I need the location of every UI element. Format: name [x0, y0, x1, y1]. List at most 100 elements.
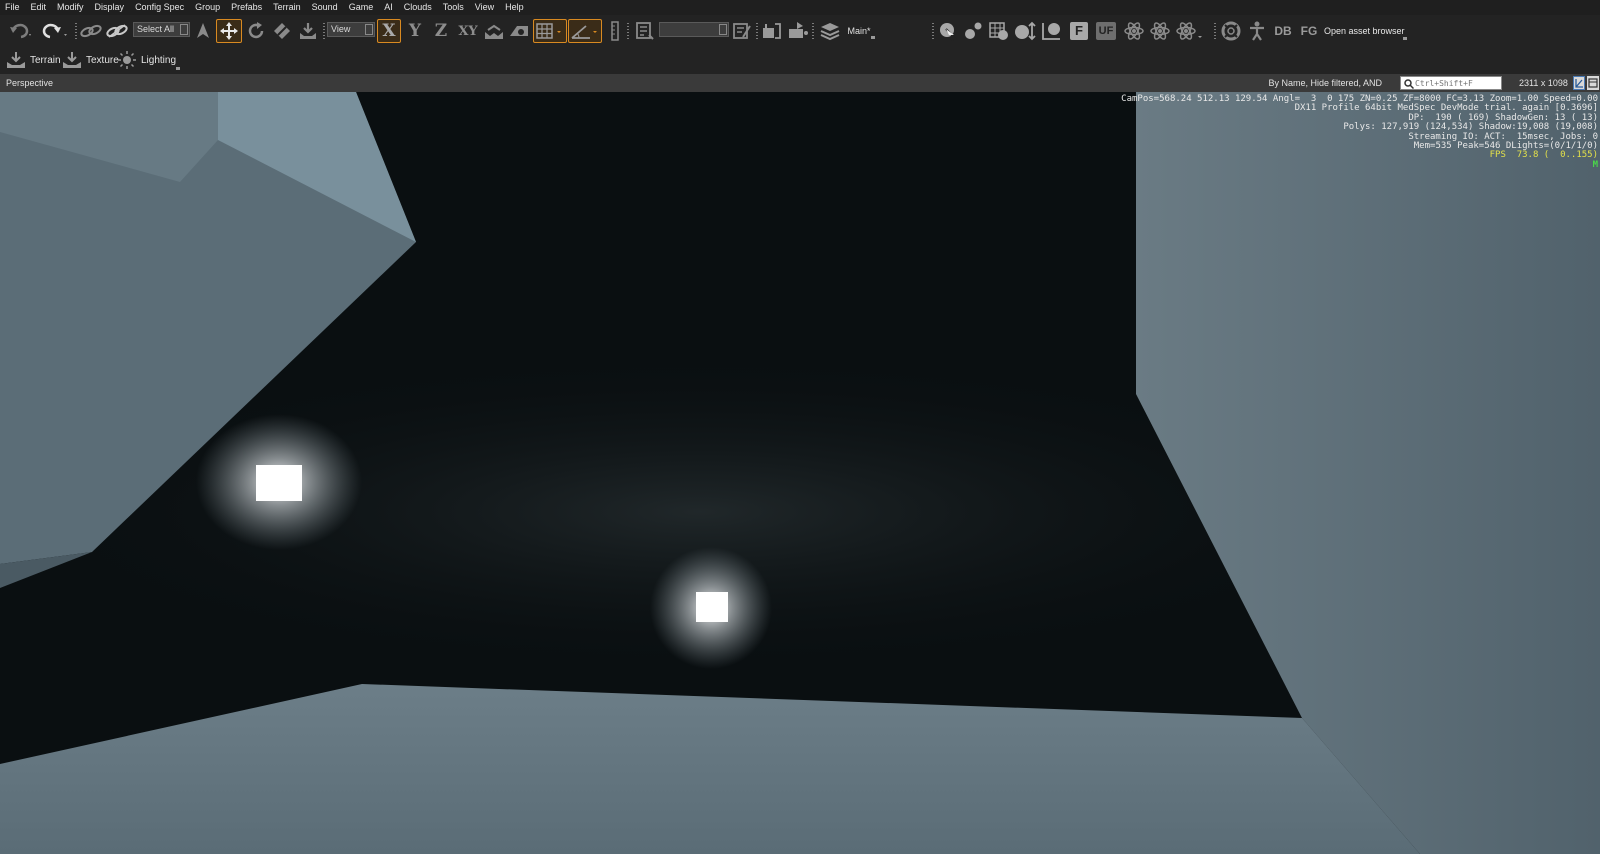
lifebuoy-button[interactable] [1220, 19, 1242, 43]
menu-clouds[interactable]: Clouds [399, 0, 438, 15]
remove-selection-button[interactable] [731, 19, 753, 43]
db-label: DB [1274, 24, 1292, 38]
menu-view[interactable]: View [470, 0, 500, 15]
menu-tools[interactable]: Tools [438, 0, 470, 15]
ruler-button[interactable] [609, 19, 621, 43]
axis-xy-button[interactable]: XY [455, 19, 481, 43]
snap-to-object-button[interactable] [296, 19, 320, 43]
grid-snap-button[interactable] [533, 19, 567, 43]
object-drop-button[interactable] [1039, 19, 1063, 43]
redo-button[interactable] [40, 19, 70, 43]
spin-icon [365, 24, 373, 35]
object-search-box[interactable] [1400, 76, 1502, 90]
axis-y-button[interactable]: Y [404, 19, 426, 43]
menu-ai[interactable]: AI [379, 0, 399, 15]
layers-button[interactable] [818, 19, 842, 43]
terrain-label: Terrain [30, 54, 61, 66]
camera-snap-button[interactable] [508, 19, 530, 43]
reference-coord-value: View [331, 24, 351, 34]
unlink-button[interactable] [106, 19, 128, 43]
menu-sound[interactable]: Sound [307, 0, 344, 15]
axis-z-button[interactable]: Z [430, 19, 452, 43]
link-button[interactable] [80, 19, 102, 43]
menu-edit[interactable]: Edit [26, 0, 53, 15]
debug-info-overlay: CamPos=568.24 512.13 129.54 Angl= 3 0 17… [1121, 94, 1598, 170]
object-height-button[interactable] [1013, 19, 1037, 43]
filter-mode-label[interactable]: By Name, Hide filtered, AND [1268, 78, 1382, 88]
axis-x-label: X [382, 21, 396, 41]
menu-display[interactable]: Display [90, 0, 131, 15]
terrain-button[interactable]: Terrain [6, 49, 61, 71]
ai-physics-button[interactable] [1122, 19, 1146, 43]
reference-coord-dropdown[interactable]: View [327, 22, 375, 37]
redo-icon [42, 23, 67, 39]
axis-y-label: Y [408, 21, 422, 41]
current-layer-dropdown[interactable]: Main* [844, 19, 874, 43]
chevron-down-icon [871, 36, 875, 39]
texture-button[interactable]: Texture [62, 49, 119, 71]
open-asset-browser-label: Open asset browser [1324, 26, 1405, 36]
viewport-layout-button[interactable] [1573, 76, 1585, 90]
toolbar-separator [1214, 23, 1216, 39]
goto-selection-button[interactable] [937, 19, 959, 43]
physics-options-button[interactable] [1174, 19, 1204, 43]
menu-terrain[interactable]: Terrain [268, 0, 307, 15]
camera-icon [510, 26, 528, 36]
select-tool-button[interactable] [192, 19, 214, 43]
sphere-arrow-icon [1015, 21, 1036, 41]
menu-game[interactable]: Game [344, 0, 380, 15]
object-search-input[interactable] [1415, 77, 1497, 89]
search-icon [1404, 79, 1414, 89]
save-selection-button[interactable] [760, 19, 784, 43]
lighting-button[interactable]: Lighting [117, 49, 176, 71]
cursor-arrow-icon [197, 23, 209, 38]
layers-icon [820, 23, 840, 41]
selection-mode-dropdown[interactable]: Select All [133, 22, 190, 37]
toolbar-separator [627, 23, 629, 39]
f-button[interactable]: F [1068, 19, 1090, 43]
uf-button[interactable]: UF [1094, 19, 1118, 43]
menu-config-spec[interactable]: Config Spec [130, 0, 190, 15]
simulate-button[interactable] [1148, 19, 1172, 43]
undo-button[interactable] [6, 19, 36, 43]
select-by-name-button[interactable] [634, 19, 656, 43]
axis-xy-label: XY [458, 23, 478, 39]
grid-physics-button[interactable] [987, 19, 1011, 43]
viewport-options-button[interactable] [1587, 76, 1599, 90]
viewport-title[interactable]: Perspective [6, 78, 53, 88]
scale-tool-button[interactable] [270, 19, 294, 43]
main-toolbar: Select All View X Y Z XY Main* F UF DB F… [0, 15, 1600, 48]
f-label: F [1070, 22, 1088, 40]
physics-button[interactable] [962, 19, 984, 43]
grid-icon [536, 23, 561, 39]
load-selection-button[interactable] [786, 19, 810, 43]
angle-snap-button[interactable] [568, 19, 602, 43]
current-layer-value: Main* [847, 26, 871, 36]
open-asset-browser-button[interactable]: Open asset browser [1324, 19, 1408, 43]
axis-x-button[interactable]: X [377, 19, 401, 43]
toolbar-separator [323, 23, 325, 39]
atom-icon [1150, 22, 1170, 40]
menu-file[interactable]: File [0, 0, 26, 15]
layout-icon [1575, 79, 1583, 88]
terrain-snap-button[interactable] [483, 19, 505, 43]
flowgraph-button[interactable]: FG [1298, 19, 1320, 43]
named-selection-dropdown[interactable] [659, 22, 729, 37]
move-arrows-icon [220, 22, 238, 40]
menu-modify[interactable]: Modify [52, 0, 90, 15]
move-tool-button[interactable] [216, 19, 242, 43]
character-button[interactable] [1246, 19, 1268, 43]
edit-remove-icon [733, 23, 751, 39]
selection-mode-value: Select All [137, 24, 175, 34]
menu-bar: File Edit Modify Display Config Spec Gro… [0, 0, 1600, 15]
menu-group[interactable]: Group [190, 0, 226, 15]
menu-help[interactable]: Help [500, 0, 530, 15]
menu-prefabs[interactable]: Prefabs [226, 0, 268, 15]
atom-icon [1124, 22, 1144, 40]
database-button[interactable]: DB [1272, 19, 1294, 43]
chevron-down-icon [176, 67, 180, 70]
perspective-viewport[interactable]: CamPos=568.24 512.13 129.54 Angl= 3 0 17… [0, 92, 1600, 854]
import-object-icon [789, 22, 808, 38]
rotate-tool-button[interactable] [244, 19, 268, 43]
lighting-label: Lighting [141, 54, 177, 66]
